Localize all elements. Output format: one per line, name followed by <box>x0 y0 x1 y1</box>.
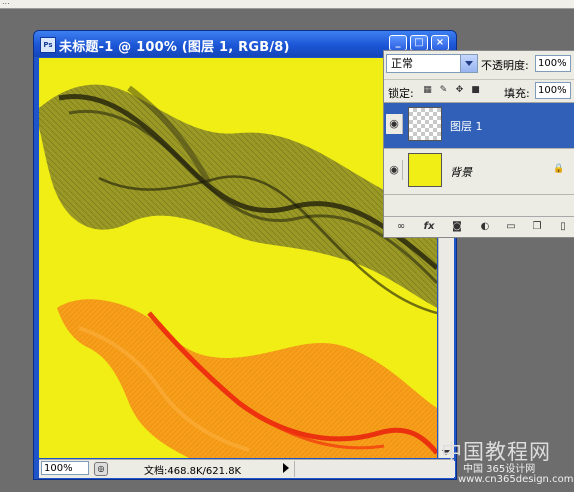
layers-panel: 正常 不透明度: 100% 锁定: ▦ ✎ ✥ ■ 填充: 100% ◉ 图层 … <box>383 50 574 238</box>
fill-label: 填充: <box>504 87 530 100</box>
ribbon-artwork <box>39 84 437 458</box>
opacity-field[interactable]: 100% <box>535 55 571 72</box>
layer-lock-icon: 🔒 <box>553 164 565 174</box>
adjustment-icon[interactable]: ◐ <box>478 220 492 234</box>
watermark-url: www.cn365design.com <box>458 474 574 485</box>
lock-image-brush-icon[interactable]: ✎ <box>438 85 449 96</box>
lock-position-move-icon[interactable]: ✥ <box>454 85 465 96</box>
close-button[interactable]: × <box>431 35 449 51</box>
link-icon[interactable]: ∞ <box>394 220 408 234</box>
chevron-down-icon[interactable] <box>460 55 477 72</box>
maximize-button[interactable]: □ <box>410 35 428 51</box>
minimize-button[interactable]: _ <box>389 35 407 51</box>
lock-transparency-icon[interactable]: ▦ <box>422 85 433 96</box>
layer-row-layer1[interactable]: ◉ 图层 1 <box>384 103 574 149</box>
image-canvas[interactable] <box>39 58 437 458</box>
lock-all-icon[interactable]: ■ <box>470 85 481 96</box>
opacity-label: 不透明度: <box>481 59 529 72</box>
blend-mode-value: 正常 <box>391 57 413 70</box>
window-controls: _ □ × <box>387 35 455 51</box>
document-size-info: 文档:468.8K/621.8K <box>144 466 242 477</box>
top-strip-text: ... <box>2 0 10 6</box>
layer-name: 背景 <box>450 166 472 179</box>
horizontal-scrollbar[interactable] <box>294 461 455 477</box>
navigator-icon[interactable]: ◎ <box>94 462 108 476</box>
layer-thumbnail <box>408 107 442 141</box>
top-toolbar-strip: ... <box>0 0 574 9</box>
photoshop-app-icon: Ps <box>40 37 56 53</box>
group-folder-icon[interactable]: ▭ <box>504 220 518 234</box>
dark-ribbon <box>39 84 437 315</box>
lock-row: 锁定: ▦ ✎ ✥ ■ 填充: 100% <box>384 79 574 103</box>
blend-mode-select[interactable]: 正常 <box>386 54 478 73</box>
layer-name: 图层 1 <box>450 120 483 133</box>
orange-ribbon <box>57 299 437 458</box>
eye-visibility-icon[interactable]: ◉ <box>386 114 403 134</box>
lock-label: 锁定: <box>388 87 414 100</box>
zoom-field[interactable]: 100% <box>41 461 89 475</box>
watermark-subtitle: 中国 365设计网 <box>463 464 536 475</box>
status-bar: 100% ◎ 文档:468.8K/621.8K <box>39 459 455 478</box>
layer-thumbnail <box>408 153 442 187</box>
fill-field[interactable]: 100% <box>535 82 571 99</box>
eye-visibility-icon[interactable]: ◉ <box>386 160 403 180</box>
trash-icon[interactable]: ▯ <box>556 220 570 234</box>
new-layer-icon[interactable]: ❐ <box>530 220 544 234</box>
mask-icon[interactable]: ◙ <box>450 220 464 234</box>
document-title: 未标题-1 @ 100% (图层 1, RGB/8) <box>59 40 290 55</box>
layers-panel-toolbar: ∞ fx ◙ ◐ ▭ ❐ ▯ <box>384 216 574 237</box>
fx-icon[interactable]: fx <box>422 220 436 234</box>
status-menu-arrow-icon[interactable] <box>283 463 289 473</box>
layer-row-background[interactable]: ◉ 背景 🔒 <box>384 149 574 195</box>
